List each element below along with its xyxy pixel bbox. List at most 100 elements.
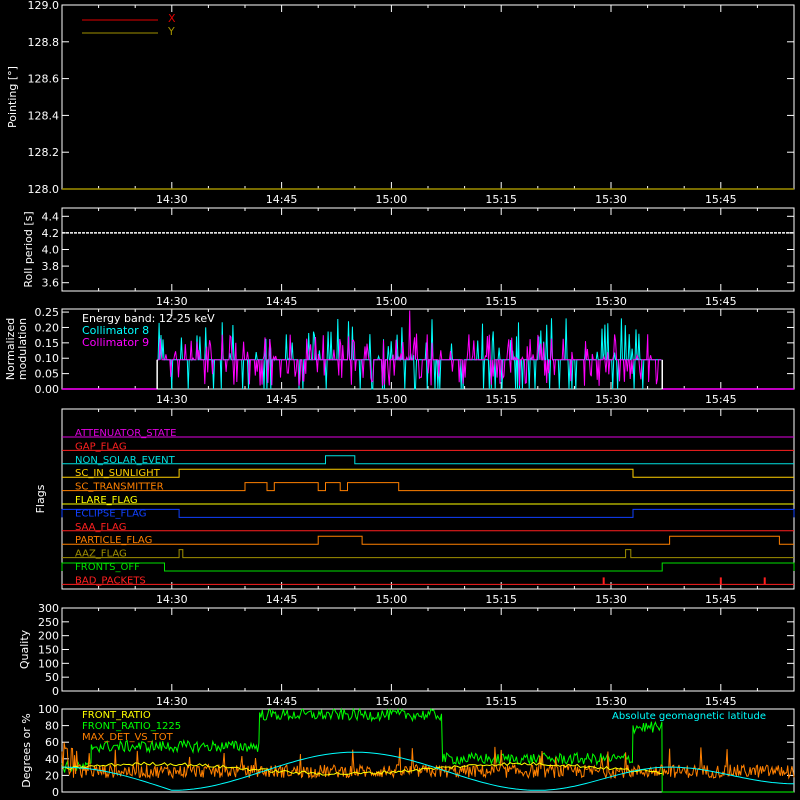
flag-label: BAD_PACKETS (75, 575, 146, 586)
legend-label: FRONT_RATIO (82, 710, 151, 721)
y-tick-label: 4.0 (42, 244, 60, 257)
x-tick-label: 15:15 (485, 695, 517, 708)
x-tick-label: 15:15 (485, 593, 517, 606)
y-tick-label: 200 (38, 630, 59, 643)
y-tick-label: 128.6 (28, 73, 60, 86)
y-tick-label: 129.0 (28, 0, 60, 12)
x-tick-label: 15:45 (705, 295, 737, 308)
x-tick-label: 15:00 (376, 193, 408, 206)
legend-label: Absolute geomagnetic latitude (612, 711, 766, 722)
legend-label: FRONT_RATIO_1225 (82, 721, 181, 732)
y-tick-label: 128.8 (28, 36, 60, 49)
x-tick-label: 15:00 (376, 593, 408, 606)
flag-label: AAZ_FLAG (75, 549, 127, 560)
x-tick-label: 15:45 (705, 193, 737, 206)
y-tick-label: 128.4 (28, 109, 60, 122)
flag-line-fronts-off (61, 562, 795, 572)
y-tick-label: 0.00 (35, 383, 60, 396)
panel-ratios: 0 20 40 60 80 100 Degrees or % FRONT_RATIOFRONT… (20, 703, 795, 799)
x-tick-label: 14:30 (156, 695, 188, 708)
x-tick-label: 15:30 (595, 695, 627, 708)
x-tick-label: 14:45 (266, 695, 298, 708)
x-tick-label: 15:00 (376, 695, 408, 708)
x-tick-label: 14:30 (156, 193, 188, 206)
x-tick-label: 15:30 (595, 295, 627, 308)
x-tick-label: 15:30 (595, 593, 627, 606)
x-tick-label: 14:30 (156, 393, 188, 406)
y-tick-label: 50 (45, 671, 59, 684)
x-tick-label: 15:00 (376, 295, 408, 308)
y-tick-label: 3.6 (42, 277, 60, 290)
panel-pointing: 14:30 14:45 15:00 15:15 15:30 15:45 128.0 128.2… (6, 0, 795, 206)
y-tick-label: 3.8 (42, 260, 60, 273)
flag-line-aaz-flag (62, 549, 794, 559)
flag-label: SC_IN_SUNLIGHT (75, 468, 161, 479)
x-tick-label: 14:45 (266, 593, 298, 606)
panel-modulation: 14:30 14:45 15:00 15:15 15:30 15:45 0.00 0.05 0.… (4, 306, 795, 406)
x-tick-label: 14:45 (266, 193, 298, 206)
x-tick-label: 15:00 (376, 393, 408, 406)
y-tick-label: 4.4 (42, 210, 60, 223)
x-tick-label: 15:15 (485, 393, 517, 406)
y-tick-label: 80 (45, 720, 59, 733)
y-tick-label: 0.25 (35, 306, 60, 319)
x-tick-label: 15:15 (485, 193, 517, 206)
x-tick-label: 15:30 (595, 393, 627, 406)
flag-line-eclipse-flag (61, 508, 795, 518)
series-line-geomagnetic-latitude (62, 751, 794, 791)
flag-label: NON_SOLAR_EVENT (75, 455, 176, 466)
plot-frame (61, 607, 795, 692)
flag-label: PARTICLE_FLAG (75, 535, 152, 546)
y-tick-label: 60 (45, 736, 59, 749)
legend-label: Y (167, 25, 175, 38)
y-tick-label: 0.05 (35, 368, 60, 381)
y-axis-label: Pointing [°] (6, 66, 19, 128)
panel-flags: 14:30 14:45 15:00 15:15 15:30 15:45 Flags ATTEN… (34, 408, 795, 606)
y-tick-label: 0.15 (35, 337, 60, 350)
flag-label: GAP_FLAG (75, 441, 127, 452)
y-tick-label: 128.2 (28, 146, 60, 159)
flag-line-particle-flag (62, 535, 794, 545)
y-tick-label: 100 (38, 703, 59, 716)
flag-label: FLARE_FLAG (75, 495, 138, 506)
y-tick-label: 300 (38, 602, 59, 615)
y-axis-label-line2: modulation (16, 318, 29, 380)
y-axis-label: Degrees or % (20, 713, 33, 787)
plot-frame (61, 207, 795, 292)
flag-label: SAA_FLAG (75, 522, 126, 533)
y-tick-label: 0 (52, 685, 59, 698)
x-tick-label: 15:45 (705, 393, 737, 406)
panel-roll-period: 14:30 14:45 15:00 15:15 15:30 15:45 3.6 3.8 4.0 4… (22, 207, 795, 308)
legend-label: Collimator 9 (82, 336, 149, 349)
x-tick-label: 14:45 (266, 393, 298, 406)
y-tick-label: 20 (45, 769, 59, 782)
x-tick-label: 15:30 (595, 193, 627, 206)
flag-label: ECLIPSE_FLAG (75, 508, 146, 519)
x-tick-label: 15:15 (485, 295, 517, 308)
y-tick-label: 128.0 (28, 183, 60, 196)
y-axis-label: Quality (18, 629, 31, 669)
y-tick-label: 100 (38, 657, 59, 670)
flag-label: SC_TRANSMITTER (75, 482, 164, 493)
y-axis-label: Roll period [s] (22, 211, 35, 287)
panel-quality: 14:30 14:45 15:00 15:15 15:30 15:450501001502… (18, 602, 795, 708)
x-tick-label: 15:45 (705, 695, 737, 708)
legend-label: X (168, 12, 176, 25)
y-tick-label: 0.20 (35, 321, 60, 334)
y-tick-label: 40 (45, 753, 59, 766)
y-tick-label: 150 (38, 644, 59, 657)
x-tick-label: 14:45 (266, 295, 298, 308)
rhessi-quicklook-figure: 14:30 14:45 15:00 15:15 15:30 15:45 128.0 128.2… (4, 0, 795, 799)
flag-line-sc-transmitter (62, 482, 794, 492)
flag-line-sc-in-sunlight (62, 468, 794, 478)
y-axis-label: Flags (34, 484, 47, 513)
x-tick-label: 14:30 (156, 593, 188, 606)
y-tick-label: 0.10 (35, 352, 60, 365)
flag-label: ATTENUATOR_STATE (75, 428, 176, 439)
x-tick-label: 14:30 (156, 295, 188, 308)
flag-label: FRONTS_OFF (75, 562, 140, 573)
y-tick-label: 250 (38, 616, 59, 629)
legend-label: MAX_DET_VS_TOT (82, 732, 174, 743)
y-tick-label: 0 (52, 786, 59, 799)
y-tick-label: 4.2 (42, 227, 60, 240)
